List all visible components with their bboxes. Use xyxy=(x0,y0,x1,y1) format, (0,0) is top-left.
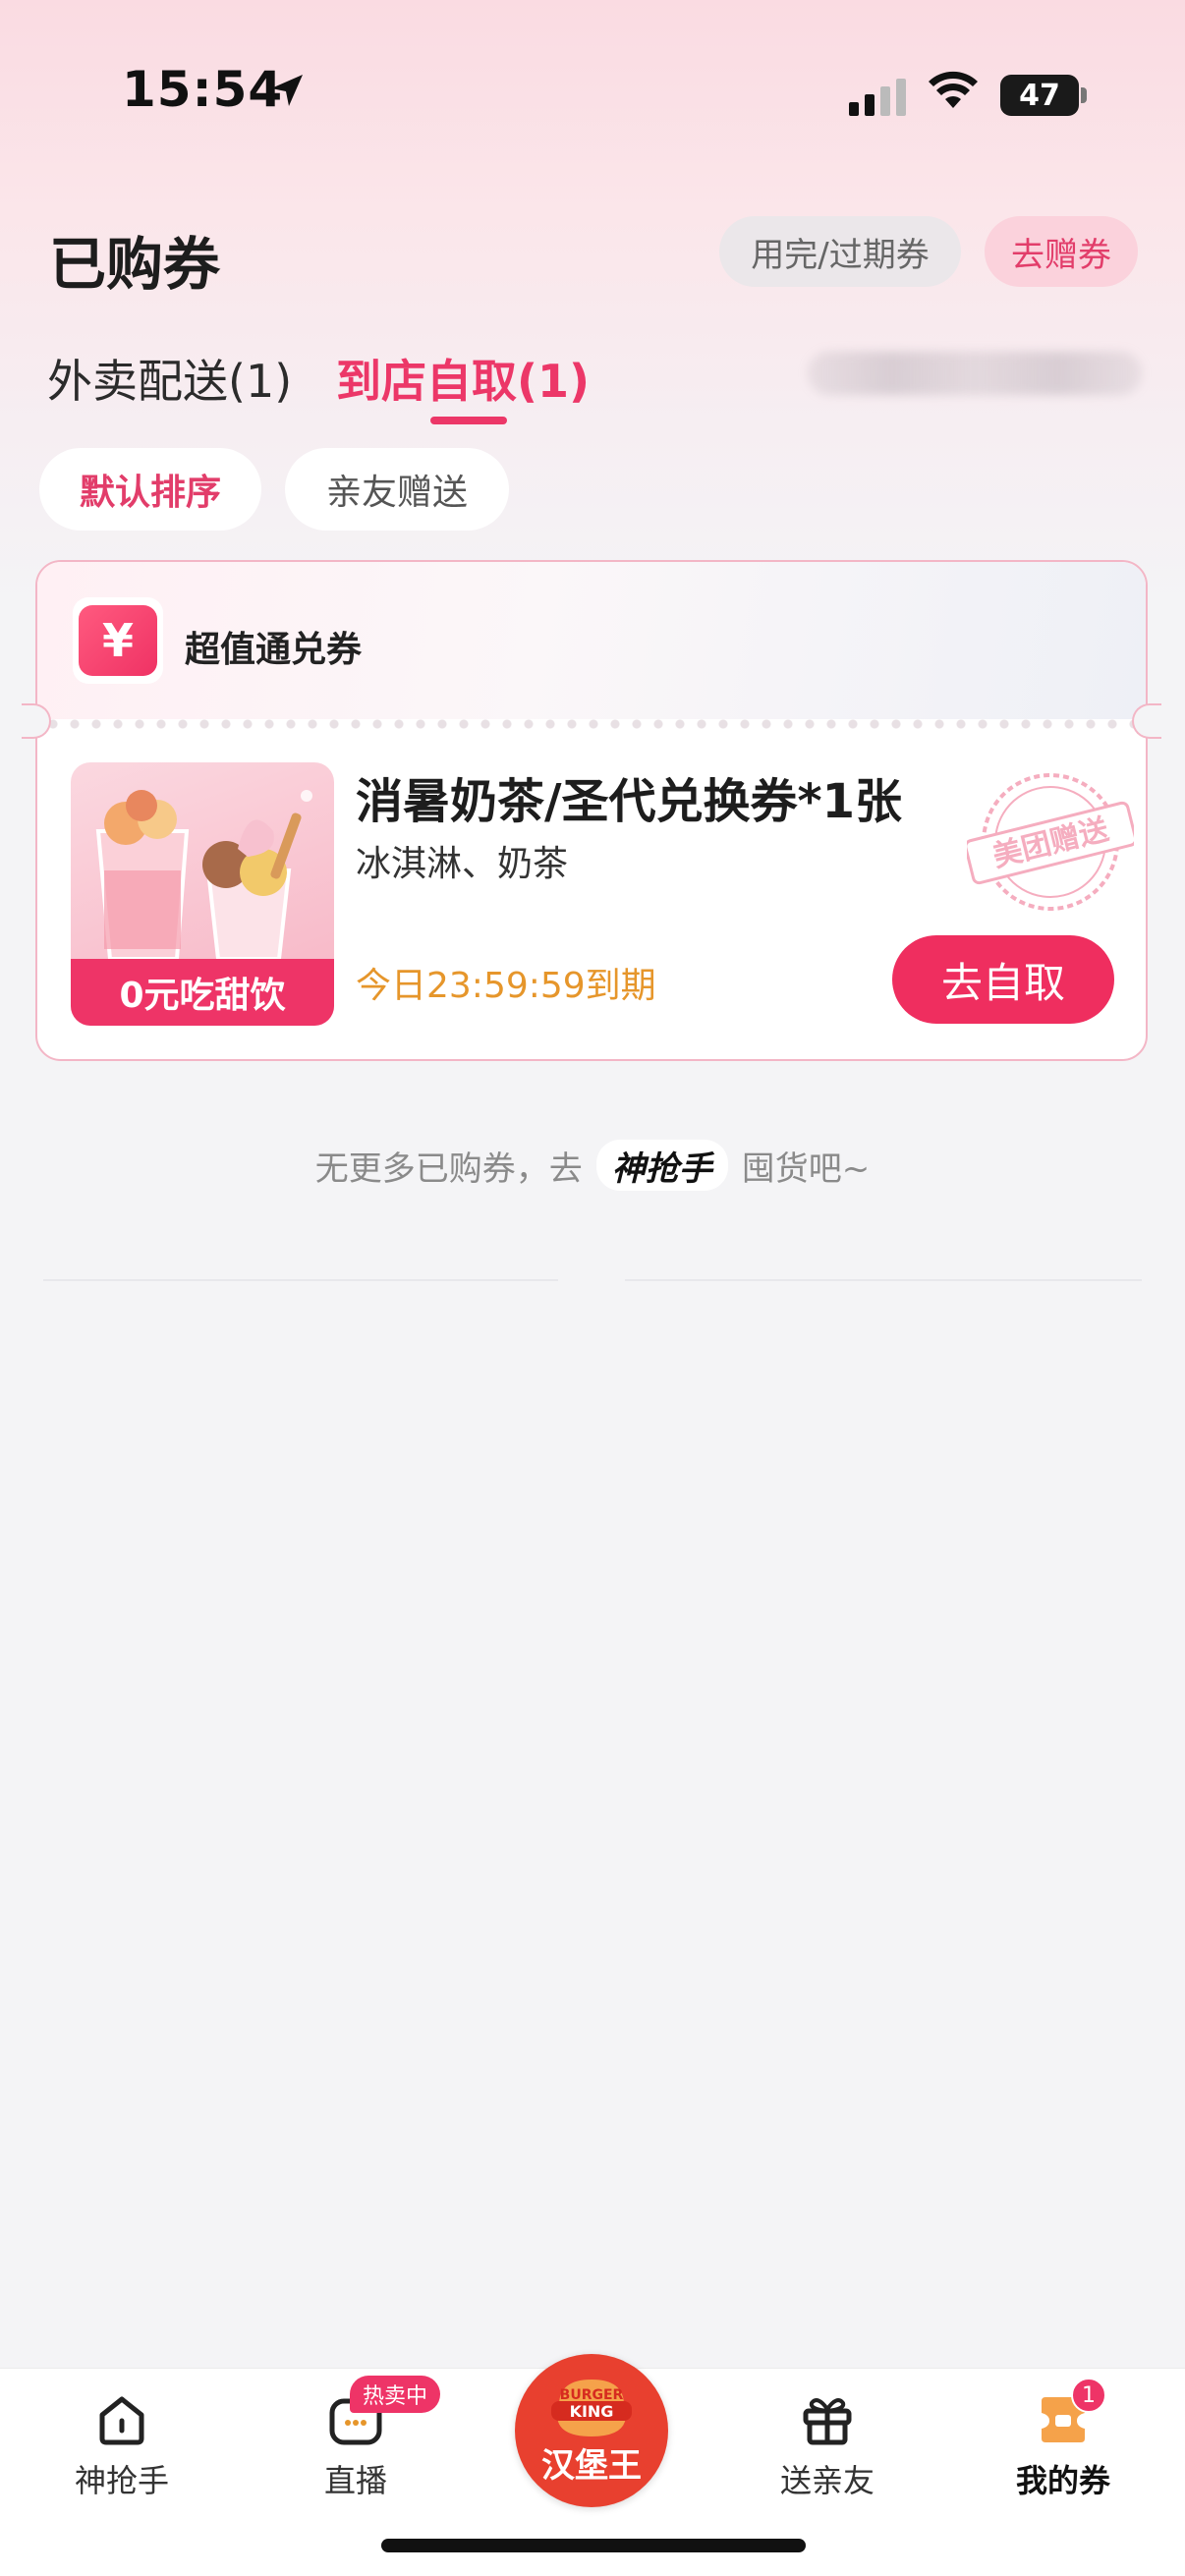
battery-tip xyxy=(1081,87,1087,103)
coupon-image-caption: 0元吃甜饮 xyxy=(71,959,334,1026)
coupon-perforation xyxy=(37,719,1146,729)
brand-link[interactable]: 神抢手 xyxy=(595,1140,728,1191)
wifi-icon xyxy=(929,71,978,108)
tabbar-label: 汉堡王 xyxy=(541,2445,642,2486)
divider-right xyxy=(625,1279,1142,1281)
hot-selling-badge: 热卖中 xyxy=(350,2376,440,2413)
gift-coupon-button[interactable]: 去赠券 xyxy=(985,216,1138,287)
no-more-coupons-note: 无更多已购券，去 神抢手 囤货吧~ xyxy=(0,1140,1185,1191)
tab-delivery[interactable]: 外卖配送(1) xyxy=(47,346,292,411)
yen-coupon-icon: ¥ xyxy=(73,597,163,684)
coupon-category: 冰淇淋、奶茶 xyxy=(356,844,569,884)
tabbar-label: 神抢手 xyxy=(74,2462,169,2499)
tab-store-pickup[interactable]: 到店自取(1) xyxy=(336,346,590,411)
go-pickup-button[interactable]: 去自取 xyxy=(892,935,1114,1024)
blurred-text xyxy=(808,352,1142,395)
coupon-expiry: 今日23:59:59到期 xyxy=(356,966,656,1006)
location-arrow-icon xyxy=(271,75,303,106)
coupon-title: 消暑奶茶/圣代兑换券*1张 xyxy=(356,774,903,829)
bk-logo-bottom: KING xyxy=(570,2402,614,2421)
tabbar-item-send-friends[interactable]: 送亲友 xyxy=(749,2387,906,2501)
tabbar-item-my-coupons[interactable]: 我的券 xyxy=(985,2387,1142,2501)
status-time: 15:54 xyxy=(122,61,284,118)
divider-left xyxy=(43,1279,558,1281)
milk-tea-icecream-illustration xyxy=(95,790,312,961)
battery-level: 47 xyxy=(1019,78,1060,113)
bk-logo-top: BURGER xyxy=(560,2387,624,2403)
home-icon xyxy=(99,2396,144,2445)
coupon-product-image[interactable]: 0元吃甜饮 xyxy=(71,762,334,1026)
home-indicator[interactable] xyxy=(381,2539,806,2552)
filter-friend-gift[interactable]: 亲友赠送 xyxy=(285,448,509,531)
battery-icon: 47 xyxy=(1000,75,1079,116)
tabbar-label: 我的券 xyxy=(1015,2462,1110,2499)
page-title: 已购券 xyxy=(49,231,221,298)
tabbar-label: 直播 xyxy=(323,2462,387,2499)
tabbar-item-flash-sale[interactable]: 神抢手 xyxy=(43,2387,200,2501)
gift-icon xyxy=(803,2398,852,2445)
coupon-count-badge: 1 xyxy=(1071,2378,1106,2413)
ticket-notch-right xyxy=(1132,703,1161,739)
filter-default-sort[interactable]: 默认排序 xyxy=(39,448,261,531)
cellular-signal-icon xyxy=(849,79,906,116)
expired-coupons-button[interactable]: 用完/过期券 xyxy=(719,216,961,287)
meituan-gift-stamp: 美团赠送 xyxy=(967,773,1134,911)
tabbar-label: 送亲友 xyxy=(779,2462,875,2499)
yen-symbol: ¥ xyxy=(79,605,157,676)
tabbar-item-burger-king[interactable]: BURGER KING 汉堡王 xyxy=(515,2354,668,2507)
active-tab-indicator xyxy=(430,417,507,424)
coupon-type-label: 超值通兑券 xyxy=(185,630,363,670)
note-suffix: 囤货吧~ xyxy=(741,1148,871,1189)
note-prefix: 无更多已购券，去 xyxy=(314,1148,583,1189)
burger-king-logo-icon: BURGER KING xyxy=(551,2379,632,2436)
